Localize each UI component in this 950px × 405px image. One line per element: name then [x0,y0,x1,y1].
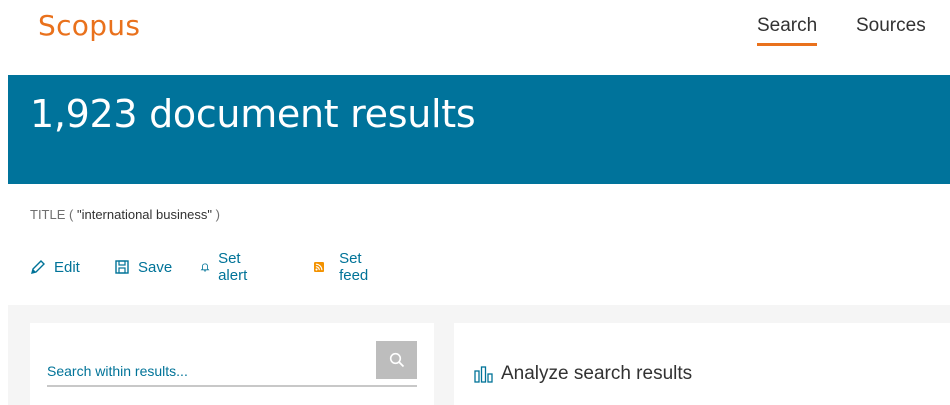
set-feed-button[interactable]: Set feed [314,250,374,284]
nav-search-link[interactable]: Search [757,15,818,46]
search-within-input[interactable]: Search within results... [47,357,375,385]
results-body: Search within results... Analyze search … [8,305,950,405]
query-close-paren: ) [211,207,220,222]
nav-sources-label: Sources [856,15,926,36]
set-alert-label: Set alert [218,250,248,284]
results-panel: Analyze search results [454,323,950,405]
nav-sources-link[interactable]: Sources [856,15,926,37]
edit-label: Edit [54,258,80,276]
results-title: 1,923 document results [30,92,476,136]
bell-icon [200,263,210,272]
search-input-underline [47,385,417,387]
active-nav-underline [757,43,818,46]
query-term: "international business" [76,207,212,222]
query-open-paren: ( [65,207,77,222]
scopus-logo[interactable]: Scopus [38,9,140,42]
refine-panel: Search within results... [30,323,434,405]
set-feed-label: Set feed [339,250,369,284]
top-header: Scopus Search Sources [0,0,950,75]
nav-search-label: Search [757,15,818,36]
save-label: Save [138,258,173,276]
edit-search-button[interactable]: Edit [30,256,80,278]
set-alert-button[interactable]: Set alert [200,250,253,284]
results-banner: 1,923 document results [8,75,950,184]
bar-chart-icon [474,366,493,383]
search-query: TITLE ( "international business" ) [30,207,220,222]
search-icon [389,352,404,368]
query-field: TITLE [30,207,66,222]
search-within-button[interactable] [376,341,417,379]
analyze-label: Analyze search results [501,363,693,384]
save-search-button[interactable]: Save [114,256,172,278]
floppy-disk-icon [115,260,129,274]
pencil-icon [31,260,45,274]
rss-feed-icon [314,261,325,273]
analyze-search-results-link[interactable]: Analyze search results [473,363,692,385]
